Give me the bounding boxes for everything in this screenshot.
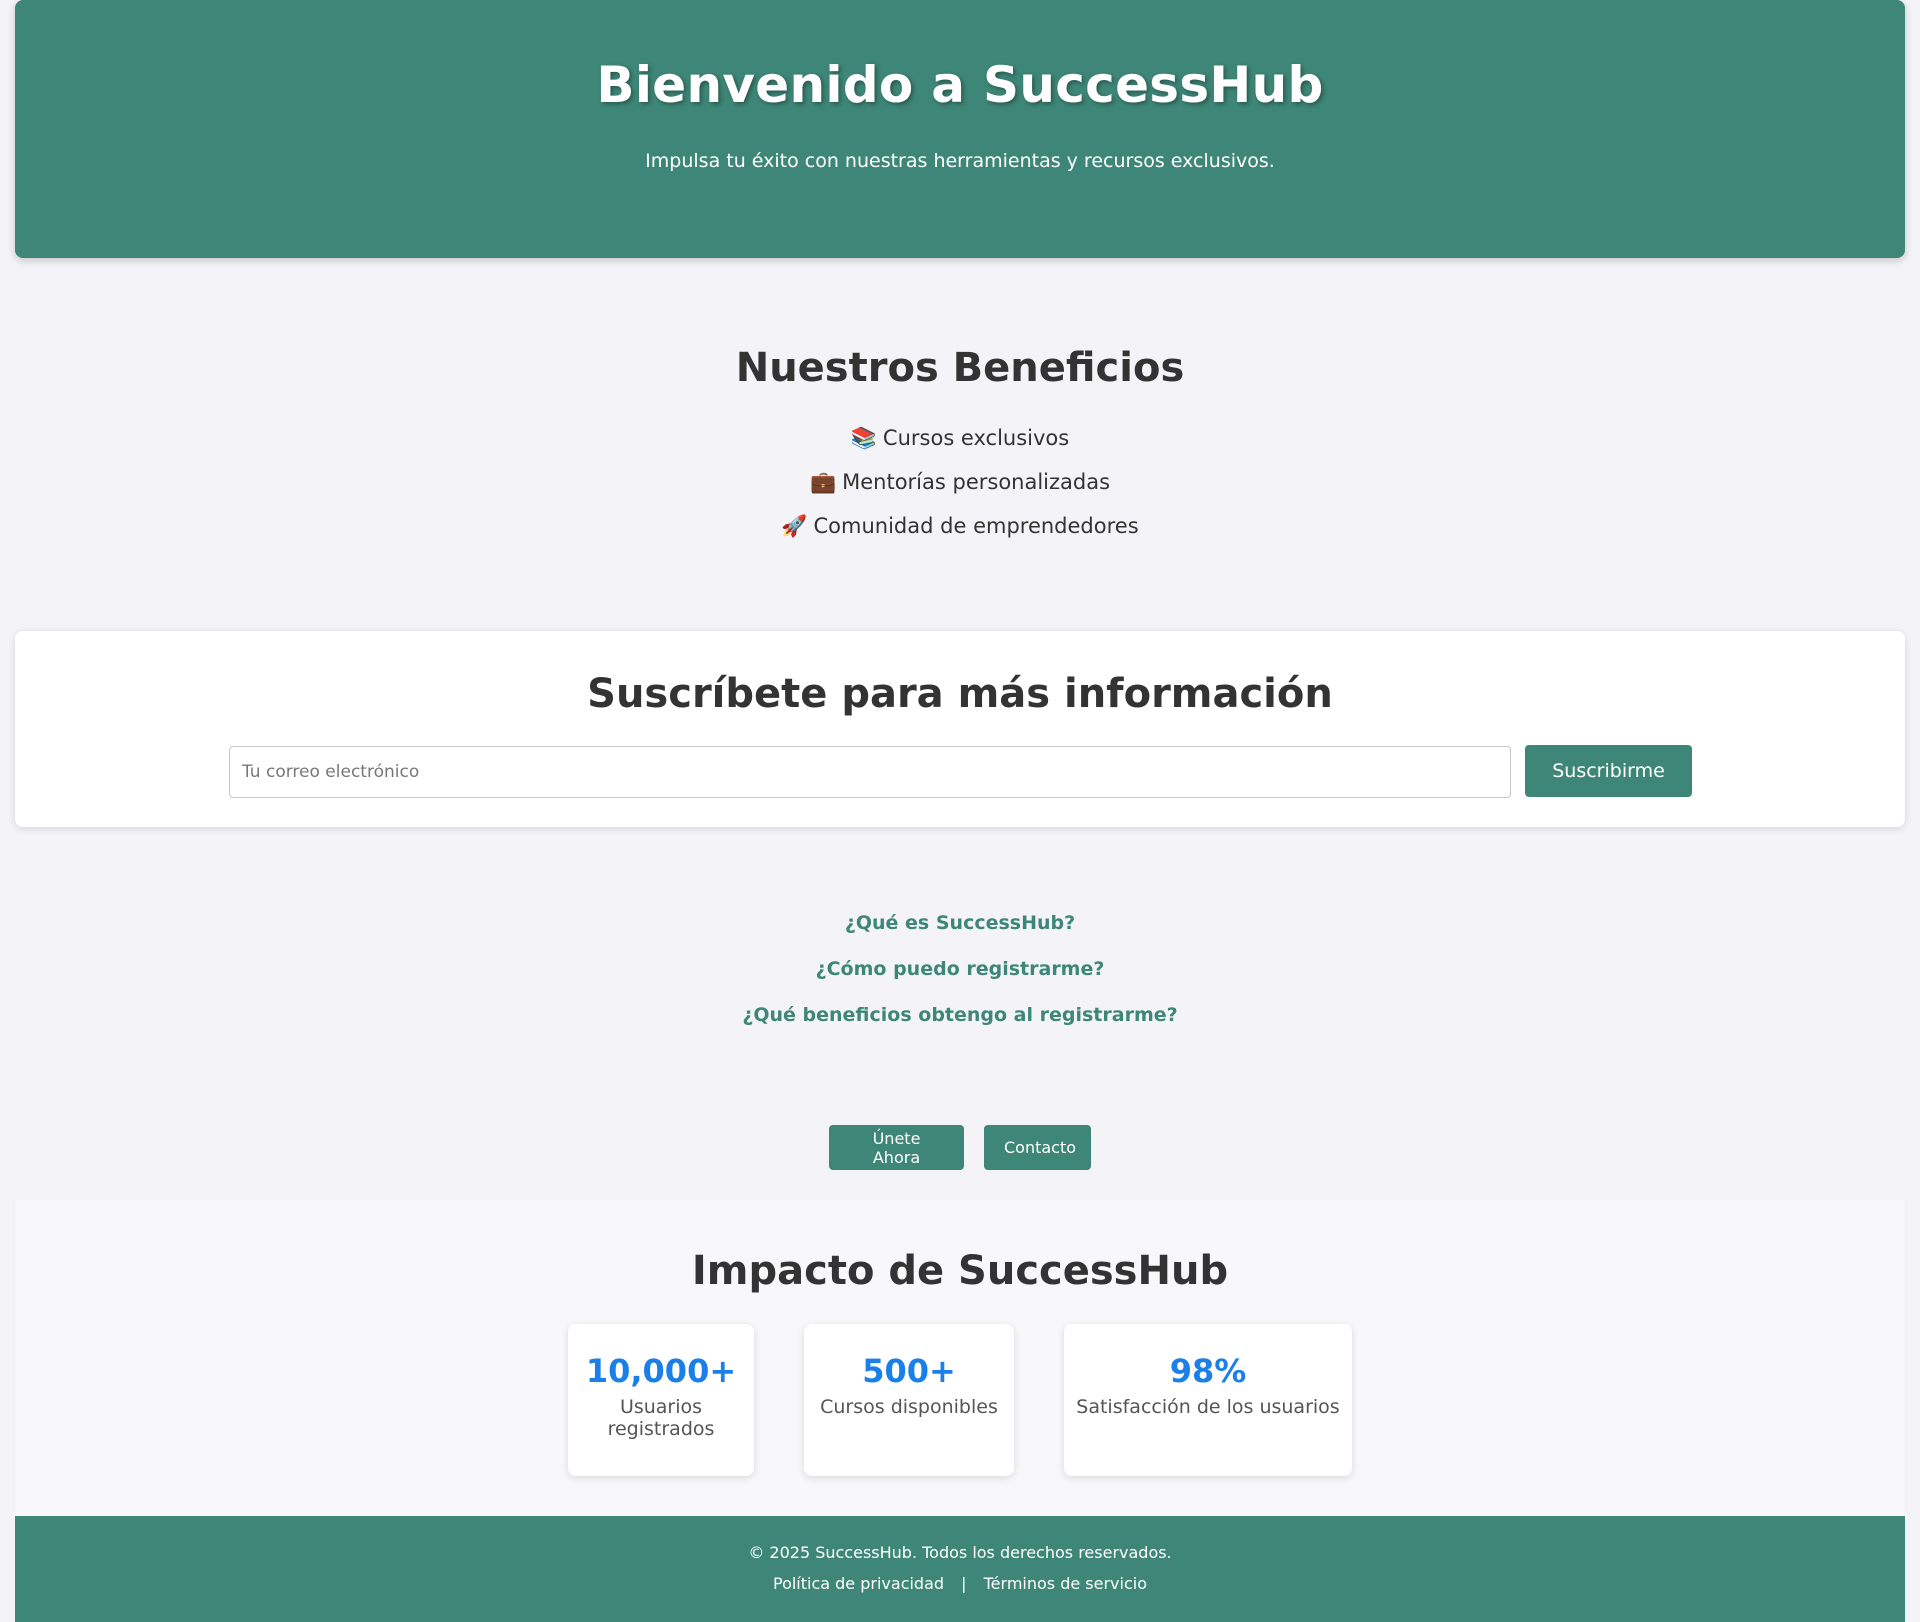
footer: © 2025 SuccessHub. Todos los derechos re… [15,1516,1905,1622]
stat-value: 10,000+ [585,1352,737,1390]
impact-section: Impacto de SuccessHub 10,000+ Usuarios r… [15,1200,1905,1516]
impact-title: Impacto de SuccessHub [691,1248,1229,1294]
stat-value: 98% [1169,1352,1247,1390]
footer-links: Política de privacidad | Términos de ser… [15,1574,1905,1593]
stat-label: Cursos disponibles [820,1396,998,1418]
footer-separator: | [961,1574,967,1593]
stat-card-satisfaction: 98% Satisfacción de los usuarios [1064,1324,1352,1476]
join-now-button[interactable]: Únete Ahora [829,1125,964,1170]
benefit-label: Mentorías personalizadas [842,470,1111,494]
faq-list: ¿Qué es SuccessHub? ¿Cómo puedo registra… [0,907,1920,1045]
benefit-label: Comunidad de emprendedores [813,514,1139,538]
email-input[interactable] [229,746,1511,798]
cta-buttons: Únete Ahora Contacto [0,1125,1920,1170]
footer-copyright: © 2025 SuccessHub. Todos los derechos re… [748,1543,1172,1562]
benefit-item-courses: 📚 Cursos exclusivos [0,422,1920,466]
faq-link-benefits[interactable]: ¿Qué beneficios obtengo al registrarme? [0,999,1920,1045]
hero-subtitle: Impulsa tu éxito con nuestras herramient… [645,150,1275,172]
rocket-icon: 🚀 [781,514,808,538]
subscribe-title: Suscríbete para más información [587,671,1333,717]
page: Bienvenido a SuccessHub Impulsa tu éxito… [0,0,1920,1622]
books-icon: 📚 [850,426,877,450]
hero-banner: Bienvenido a SuccessHub Impulsa tu éxito… [15,0,1905,258]
stats-row: 10,000+ Usuarios registrados 500+ Cursos… [15,1324,1905,1476]
privacy-policy-link[interactable]: Política de privacidad [773,1574,944,1593]
benefit-item-community: 🚀 Comunidad de emprendedores [0,510,1920,554]
subscribe-button[interactable]: Suscribirme [1525,745,1692,797]
benefits-title: Nuestros Beneficios [735,345,1185,391]
stat-card-courses: 500+ Cursos disponibles [804,1324,1014,1476]
stat-label: Satisfacción de los usuarios [1076,1396,1340,1418]
stat-card-users: 10,000+ Usuarios registrados [568,1324,754,1476]
stat-label: Usuarios registrados [607,1396,715,1440]
contact-button[interactable]: Contacto [984,1125,1091,1170]
briefcase-icon: 💼 [809,470,837,494]
terms-of-service-link[interactable]: Términos de servicio [984,1574,1147,1593]
benefit-item-mentoring: 💼 Mentorías personalizadas [0,466,1920,510]
hero-title: Bienvenido a SuccessHub [596,56,1324,114]
faq-link-how-register[interactable]: ¿Cómo puedo registrarme? [0,953,1920,999]
benefit-label: Cursos exclusivos [882,426,1070,450]
stat-value: 500+ [862,1352,956,1390]
subscribe-card: Suscríbete para más información Suscribi… [15,631,1905,827]
faq-link-what-is[interactable]: ¿Qué es SuccessHub? [0,907,1920,953]
benefits-list: 📚 Cursos exclusivos 💼 Mentorías personaliz… [0,422,1920,554]
